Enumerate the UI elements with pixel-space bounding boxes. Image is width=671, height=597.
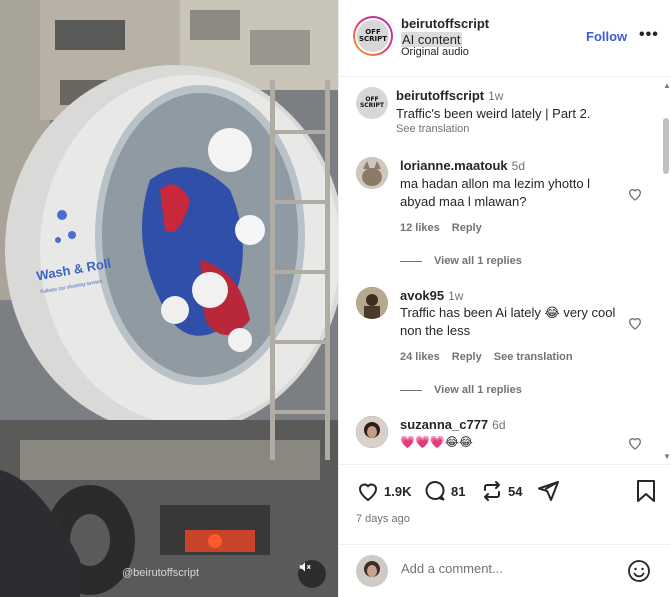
author-avatar[interactable]: OFF SCRIPT [353,16,393,56]
post-header: OFF SCRIPT beirutoffscript AI content Or… [339,0,671,77]
post-timestamp[interactable]: 7 days ago [356,513,410,525]
comments-list[interactable]: OFF SCRIPT beirutoffscript 1w Traffic's b… [339,78,671,464]
repost-action[interactable]: 54 [480,479,522,503]
author-username[interactable]: beirutoffscript [401,16,489,31]
heart-icon[interactable] [356,479,380,503]
emoji-icon[interactable] [627,559,651,583]
caption-username[interactable]: beirutoffscript 1w [396,88,503,103]
comment-username[interactable]: lorianne.maatouk 5d [400,158,525,173]
comment-like-heart-icon[interactable] [627,435,643,451]
speaker-muted-icon [299,562,311,572]
repost-count[interactable]: 54 [508,484,522,499]
caption-see-translation[interactable]: See translation [396,123,469,135]
caption-avatar[interactable]: OFF SCRIPT [356,87,388,119]
comment-text: 💗💗💗😂😂 [400,435,473,449]
comment-time: 6d [492,418,506,432]
comment-reply-button[interactable]: Reply [452,351,482,363]
more-options-button[interactable]: ••• [639,26,659,44]
repost-icon[interactable] [480,479,504,503]
like-count[interactable]: 1.9K [384,484,411,499]
comment-see-translation[interactable]: See translation [494,351,573,363]
comment-avatar[interactable] [356,416,388,448]
comment-reply-button[interactable]: Reply [452,222,482,234]
comment-count[interactable]: 81 [451,484,465,499]
comment-like-heart-icon[interactable] [627,315,643,331]
caption-time: 1w [488,89,504,103]
audio-label[interactable]: Original audio [401,46,469,58]
video-frame [0,0,338,597]
comment-bubble-icon[interactable] [423,479,447,503]
comment-text: Traffic has been Ai lately 😂 very cool n… [400,305,616,338]
comment-likes[interactable]: 12 likes [400,222,440,234]
caption-avatar-logo: OFF SCRIPT [359,96,385,109]
post-actions: 1.9K 81 54 7 days ago [339,464,671,544]
save-action[interactable] [635,479,657,503]
comments-scrollbar[interactable] [663,118,669,174]
post-side-panel: OFF SCRIPT beirutoffscript AI content Or… [338,0,671,597]
share-action[interactable] [536,479,560,503]
comment-like-heart-icon[interactable] [627,186,643,202]
comment-username-text[interactable]: lorianne.maatouk [400,158,508,173]
scroll-down-arrow-icon[interactable]: ▼ [663,452,671,461]
comment-meta: 24 likes Reply See translation [400,351,585,363]
caption-username-text[interactable]: beirutoffscript [396,88,484,103]
cat-avatar-icon [356,157,388,189]
current-user-avatar[interactable] [356,555,388,587]
like-action[interactable]: 1.9K [356,479,411,503]
watermark: @beirutoffscript [122,567,199,579]
ai-content-label[interactable]: AI content [401,32,462,47]
person-avatar-icon [356,416,388,448]
caption-text: Traffic's been weird lately | Part 2. [396,106,591,121]
comment-time: 5d [511,159,525,173]
comment-text: ma hadan allon ma lezim yhotto l abyad m… [400,176,591,209]
comment-username[interactable]: avok95 1w [400,288,463,303]
comment-avatar[interactable] [356,287,388,319]
comment-time: 1w [448,289,464,303]
comment-meta: 12 likes Reply [400,222,494,234]
follow-button[interactable]: Follow [586,29,627,44]
bookmark-icon[interactable] [635,479,657,503]
view-replies-button[interactable]: View all 1 replies [400,255,522,267]
comment-username-text[interactable]: suzanna_c777 [400,417,488,432]
person-avatar-icon [356,287,388,319]
post-media[interactable]: Wash & Roll Fullsize car cleaning servic… [0,0,338,597]
avatar-logo: OFF SCRIPT [358,28,388,43]
add-comment-bar [339,544,671,597]
comment-likes[interactable]: 24 likes [400,351,440,363]
add-comment-input[interactable] [401,561,621,576]
send-icon[interactable] [536,479,560,503]
comment-avatar[interactable] [356,157,388,189]
scroll-up-arrow-icon[interactable]: ▲ [663,81,671,90]
view-replies-button[interactable]: View all 1 replies [400,384,522,396]
comment-action[interactable]: 81 [423,479,465,503]
person-avatar-icon [356,555,388,587]
comment-username-text[interactable]: avok95 [400,288,444,303]
comment-username[interactable]: suzanna_c777 6d [400,417,506,432]
mute-button[interactable] [298,560,326,588]
